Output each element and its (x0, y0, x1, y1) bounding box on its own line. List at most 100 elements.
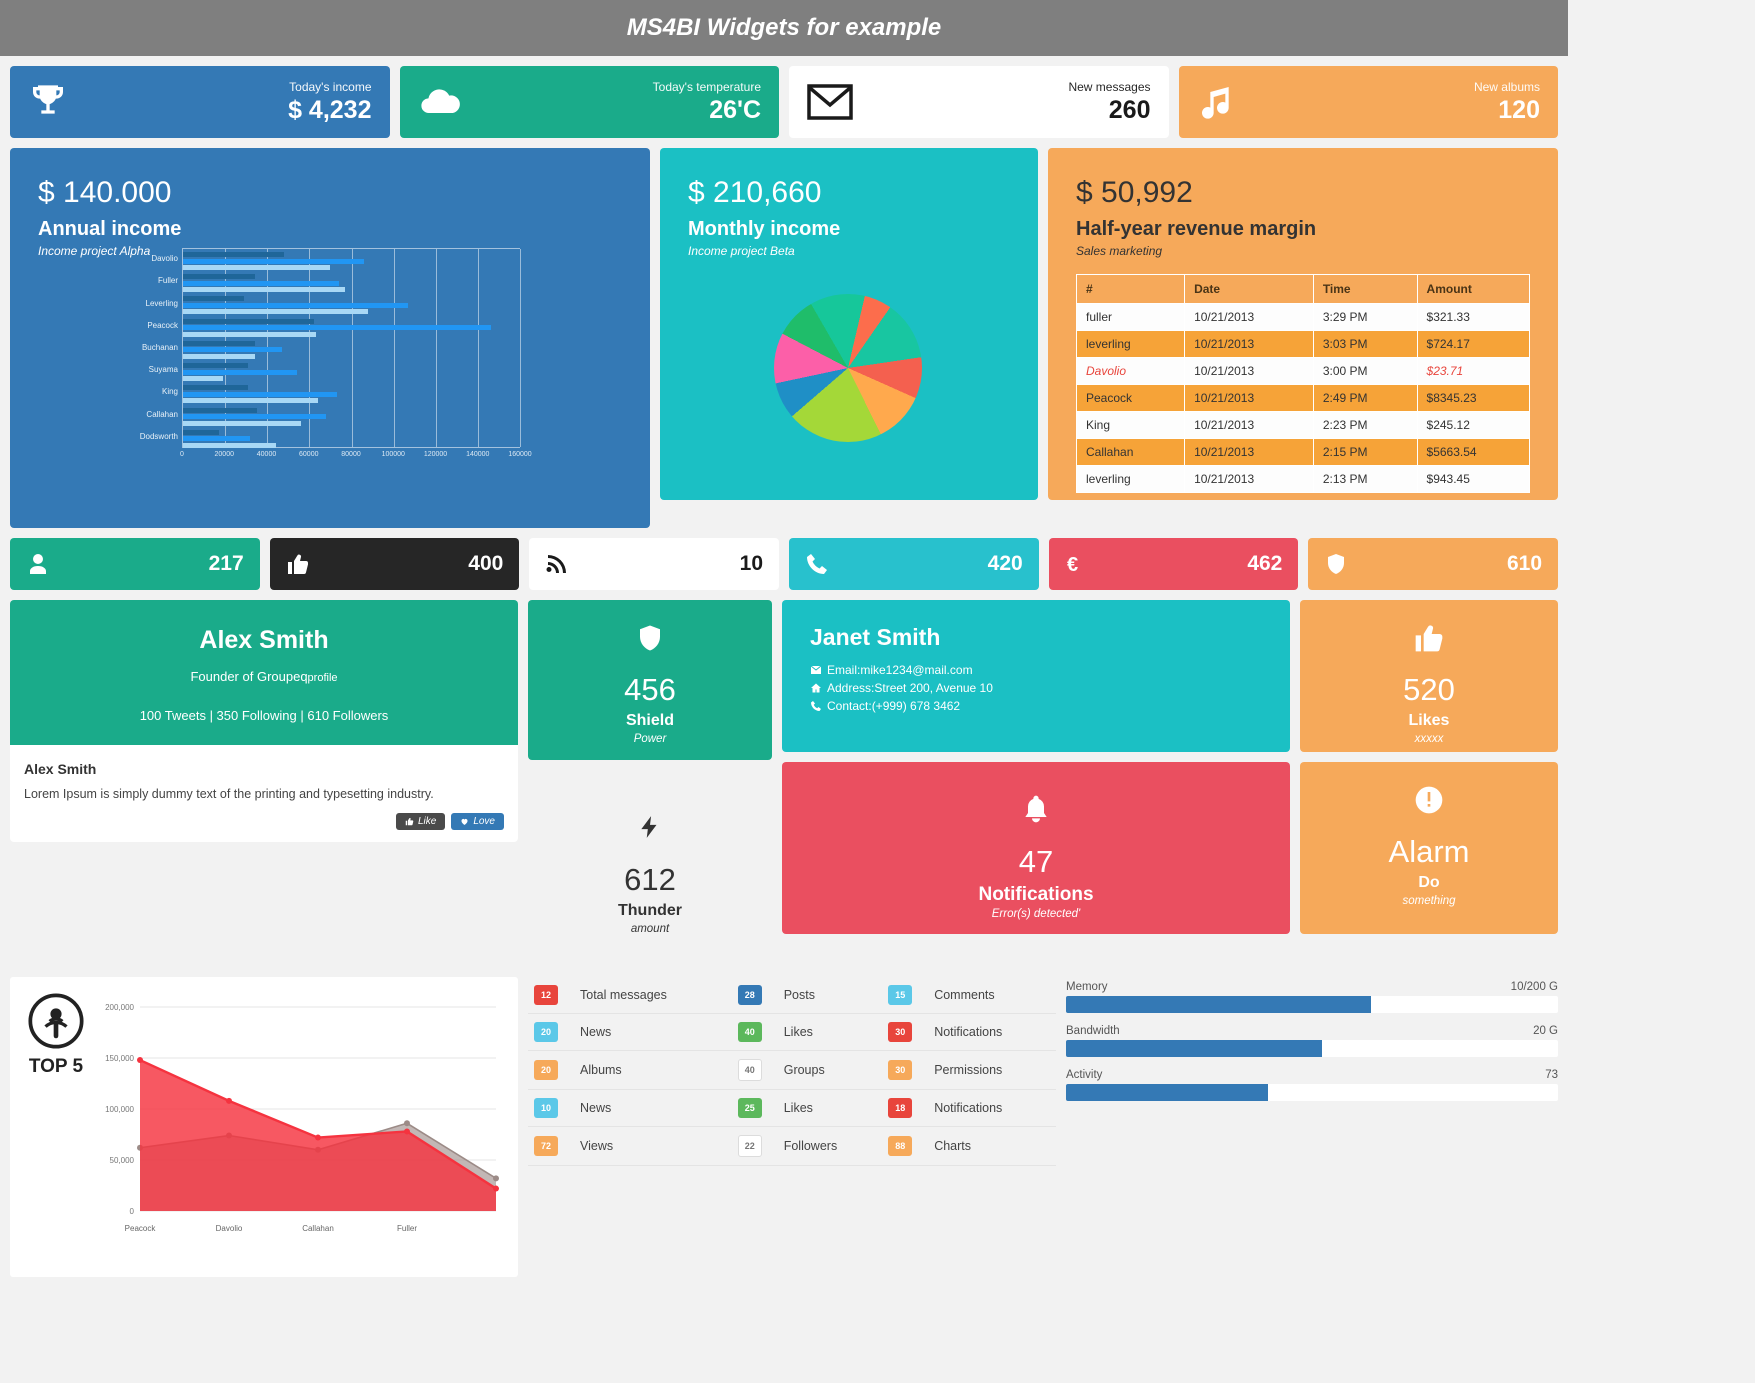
progress-label: Bandwidth (1066, 1025, 1120, 1037)
table-row[interactable]: Callahan 10/21/2013 2:15 PM $5663.54 (1075, 438, 1531, 466)
table-row[interactable]: fuller 10/21/2013 3:29 PM $321.33 (1075, 303, 1531, 331)
kpi-value: 120 (1498, 95, 1540, 124)
status-badge: 40 (737, 1059, 762, 1081)
count-badge-cell: 88 (882, 1126, 929, 1166)
status-badge: 30 (888, 1060, 913, 1080)
bar (183, 318, 314, 324)
likes-alarm-column: 520 Likes xxxxx Alarm Do something (1300, 600, 1558, 934)
table-cell-name: King (1075, 411, 1186, 439)
heart-icon (461, 818, 468, 825)
likes-name: Likes (1408, 712, 1450, 729)
user-icon (26, 552, 50, 576)
contact-column: Janet Smith Email:mike1234@mail.com Addr… (782, 600, 1290, 934)
stat-value: 610 (1506, 552, 1543, 575)
shield-tile[interactable]: 456 Shield Power (528, 600, 772, 760)
halfyear-subtitle: Sales marketing (1076, 244, 1163, 258)
love-button[interactable]: Love (451, 813, 504, 830)
table-cell-time: 2:49 PM (1312, 384, 1418, 412)
likes-tile[interactable]: 520 Likes xxxxx (1300, 600, 1558, 752)
count-badge-cell: 28 (731, 977, 778, 1014)
data-point (404, 1128, 410, 1135)
table-column-header[interactable]: # (1075, 274, 1186, 304)
notifications-card[interactable]: 47 Notifications Error(s) detected' (782, 762, 1290, 934)
notifications-name: Notifications (978, 884, 1094, 905)
kpi-tile-todays-temperature[interactable]: Today's temperature 26'C (399, 66, 779, 138)
list-item[interactable]: 10 News 25 Likes 18 Notifications (528, 1089, 1056, 1127)
count-label: Charts (928, 1126, 1056, 1166)
list-item[interactable]: 12 Total messages 28 Posts 15 Comments (528, 977, 1056, 1014)
list-item[interactable]: 20 News 40 Likes 30 Notifications (528, 1013, 1056, 1051)
table-cell-time: 2:15 PM (1312, 438, 1418, 466)
post-body: Lorem Ipsum is simply dummy text of the … (24, 787, 434, 801)
shield-sub: Power (633, 733, 667, 745)
status-badge: 18 (888, 1098, 913, 1118)
bar-chart-x-axis: 0 20000 40000 60000 80000 100000 120000 140000 1… (180, 448, 532, 464)
count-badge-cell: 40 (731, 1013, 778, 1051)
count-badge-cell: 10 (528, 1089, 574, 1127)
table-row[interactable]: leverling 10/21/2013 3:03 PM $724.17 (1075, 330, 1531, 358)
x-axis-tick: Fuller (397, 1224, 417, 1233)
count-badge-cell: 12 (528, 977, 574, 1014)
count-label: Total messages (574, 977, 732, 1014)
notifications-sub: Error(s) detected' (991, 908, 1081, 920)
likes-value: 520 (1403, 672, 1455, 707)
stat-tile-phone[interactable]: 420 (789, 538, 1039, 590)
profile-link[interactable]: profile (308, 672, 338, 684)
stat-value: 420 (987, 552, 1023, 575)
stat-tile-euro[interactable]: €462 (1048, 538, 1299, 590)
y-axis-tick: 150,000 (105, 1054, 134, 1063)
table-cell-amount: $943.45 (1416, 465, 1531, 493)
contact-phone: Contact:(+999) 678 3462 (827, 699, 961, 713)
status-badge: 40 (737, 1022, 762, 1042)
bar-group: Peacock (147, 318, 520, 339)
table-row[interactable]: Peacock 10/21/2013 2:49 PM $8345.23 (1075, 384, 1531, 412)
annual-income-bar-chart: Davolio Fuller Leverling Peacock Buchanan Suy… (140, 248, 532, 464)
table-column-header[interactable]: Time (1312, 274, 1418, 304)
envelope-icon (807, 84, 853, 120)
stat-value: 10 (739, 552, 764, 575)
alarm-tile[interactable]: Alarm Do something (1300, 762, 1558, 934)
bar (183, 280, 339, 286)
thunder-tile[interactable]: 612 Thunder amount (528, 788, 772, 955)
progress-label: Memory (1066, 981, 1108, 993)
bar-category-label: Suyama (148, 365, 178, 375)
phone-icon (811, 701, 821, 711)
contact-card: Janet Smith Email:mike1234@mail.com Addr… (782, 600, 1290, 752)
data-point (493, 1175, 499, 1182)
table-column-header[interactable]: Amount (1416, 274, 1531, 304)
x-axis-tick: 20000 (214, 451, 234, 458)
stat-tile-rss[interactable]: 10 (529, 538, 780, 590)
stat-tile-shield[interactable]: 610 (1308, 538, 1559, 590)
kpi-tile-new-albums[interactable]: New albums 120 (1178, 66, 1558, 138)
kpi-tile-new-messages[interactable]: New messages 260 (789, 66, 1169, 138)
bar (183, 363, 249, 369)
counts-table: 12 Total messages 28 Posts 15 Comments 20 News 4… (528, 977, 1056, 1166)
table-row[interactable]: King 10/21/2013 2:23 PM $245.12 (1075, 411, 1531, 439)
table-cell-date: 10/21/2013 (1184, 384, 1314, 412)
top5-chart-card: TOP 5 0 50,000 100,000 150,000 200,000 Peacoc… (10, 977, 518, 1277)
page-title: MS4BI Widgets for example (626, 14, 942, 41)
contact-email-row[interactable]: Email:mike1234@mail.com (810, 663, 1262, 677)
shield-icon (538, 622, 762, 660)
list-item[interactable]: 20 Albums 40 Groups 30 Permissions (528, 1050, 1056, 1090)
stat-tile-thumbs-up[interactable]: 400 (269, 538, 520, 590)
table-row[interactable]: Davolio 10/21/2013 3:00 PM $23.71 (1075, 357, 1531, 385)
monthly-income-card: $ 210,660 Monthly income Income project … (660, 148, 1038, 500)
table-cell-time: 3:00 PM (1312, 357, 1418, 385)
stat-tile-user[interactable]: 217 (10, 538, 260, 590)
bar-group: Dodsworth (140, 429, 520, 450)
like-button[interactable]: Like (395, 813, 446, 830)
contact-phone-row[interactable]: Contact:(+999) 678 3462 (810, 699, 1262, 713)
table-header-row: # Date Time Amount (1075, 274, 1531, 304)
progress-label: Activity (1066, 1069, 1103, 1081)
count-label: Permissions (928, 1050, 1056, 1090)
thumbs-up-icon (286, 552, 310, 576)
table-row[interactable]: leverling 10/21/2013 2:13 PM $943.45 (1075, 465, 1531, 493)
table-column-header[interactable]: Date (1184, 274, 1314, 304)
progress-label-row: Bandwidth 20 G (1066, 1025, 1558, 1037)
primary-cards-row: $ 140.000 Annual income Income project A… (0, 148, 1568, 528)
kpi-tile-todays-income[interactable]: Today's income $ 4,232 (10, 66, 390, 138)
message-counts-list: 12 Total messages 28 Posts 15 Comments 20 News 4… (528, 977, 1056, 1166)
list-item[interactable]: 72 Views 22 Followers 88 Charts (528, 1126, 1056, 1166)
widgets-row: Alex Smith Founder of Groupeqprofile 100… (0, 600, 1568, 955)
